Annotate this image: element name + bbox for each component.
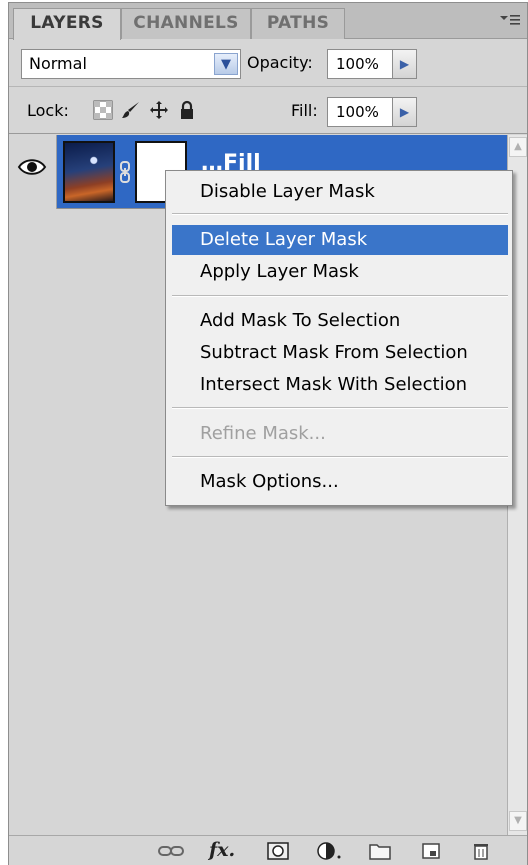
- menu-item-refine-mask: Refine Mask...: [200, 423, 326, 444]
- blend-mode-value: Normal: [29, 54, 87, 73]
- lock-fill-row: Lock: Fill: 100% ▶: [9, 88, 527, 134]
- link-layers-icon[interactable]: [157, 842, 185, 860]
- menu-separator: [172, 295, 508, 297]
- panel-tab-bar: LAYERS CHANNELS PATHS: [9, 3, 527, 40]
- opacity-label: Opacity:: [247, 53, 313, 72]
- fill-slider-arrow-icon[interactable]: ▶: [393, 97, 417, 127]
- blend-opacity-row: Normal ▼ Opacity: 100% ▶: [9, 39, 527, 87]
- lock-image-pixels-icon[interactable]: [121, 100, 141, 120]
- menu-separator: [172, 213, 508, 215]
- menu-separator: [172, 407, 508, 409]
- menu-separator: [172, 456, 508, 458]
- menu-item-mask-options[interactable]: Mask Options...: [172, 467, 508, 497]
- menu-item-add-mask-to-selection[interactable]: Add Mask To Selection: [172, 306, 508, 336]
- scroll-down-icon[interactable]: ▼: [509, 811, 527, 831]
- fill-field[interactable]: 100%: [327, 97, 393, 127]
- blend-mode-select[interactable]: Normal ▼: [21, 49, 241, 79]
- visibility-toggle[interactable]: [9, 135, 57, 209]
- opacity-field[interactable]: 100%: [327, 49, 393, 79]
- lock-label: Lock:: [27, 101, 69, 120]
- menu-item-disable-layer-mask[interactable]: Disable Layer Mask: [172, 177, 508, 207]
- new-group-icon[interactable]: [369, 842, 391, 860]
- menu-item-apply-layer-mask[interactable]: Apply Layer Mask: [172, 257, 508, 287]
- lock-transparent-pixels-icon[interactable]: [93, 100, 113, 120]
- layer-thumbnail[interactable]: [63, 141, 115, 203]
- mask-context-menu: Disable Layer Mask Delete Layer Mask App…: [165, 170, 513, 506]
- tab-layers[interactable]: LAYERS: [13, 8, 121, 40]
- lock-position-icon[interactable]: [149, 100, 169, 120]
- lock-all-icon[interactable]: [177, 100, 197, 120]
- mask-link-icon[interactable]: [119, 161, 131, 183]
- tab-paths[interactable]: PATHS: [251, 8, 345, 39]
- adjustment-layer-icon[interactable]: [317, 842, 343, 860]
- menu-item-delete-layer-mask[interactable]: Delete Layer Mask: [172, 225, 508, 255]
- eye-icon[interactable]: [17, 157, 47, 177]
- panel-menu-icon[interactable]: [499, 12, 521, 32]
- opacity-slider-arrow-icon[interactable]: ▶: [393, 49, 417, 79]
- menu-item-subtract-mask-from-selection[interactable]: Subtract Mask From Selection: [172, 338, 508, 368]
- chevron-down-icon[interactable]: ▼: [214, 53, 238, 75]
- menu-item-intersect-mask-with-selection[interactable]: Intersect Mask With Selection: [172, 370, 508, 400]
- layer-style-fx-icon[interactable]: fx.: [209, 841, 235, 860]
- scroll-up-icon[interactable]: ▲: [509, 137, 527, 157]
- tab-channels[interactable]: CHANNELS: [121, 8, 251, 39]
- new-layer-icon[interactable]: [421, 842, 441, 860]
- trash-icon[interactable]: [473, 842, 489, 860]
- add-mask-icon[interactable]: [267, 842, 289, 860]
- fill-label: Fill:: [291, 101, 318, 120]
- bottom-toolbar: fx.: [9, 835, 527, 865]
